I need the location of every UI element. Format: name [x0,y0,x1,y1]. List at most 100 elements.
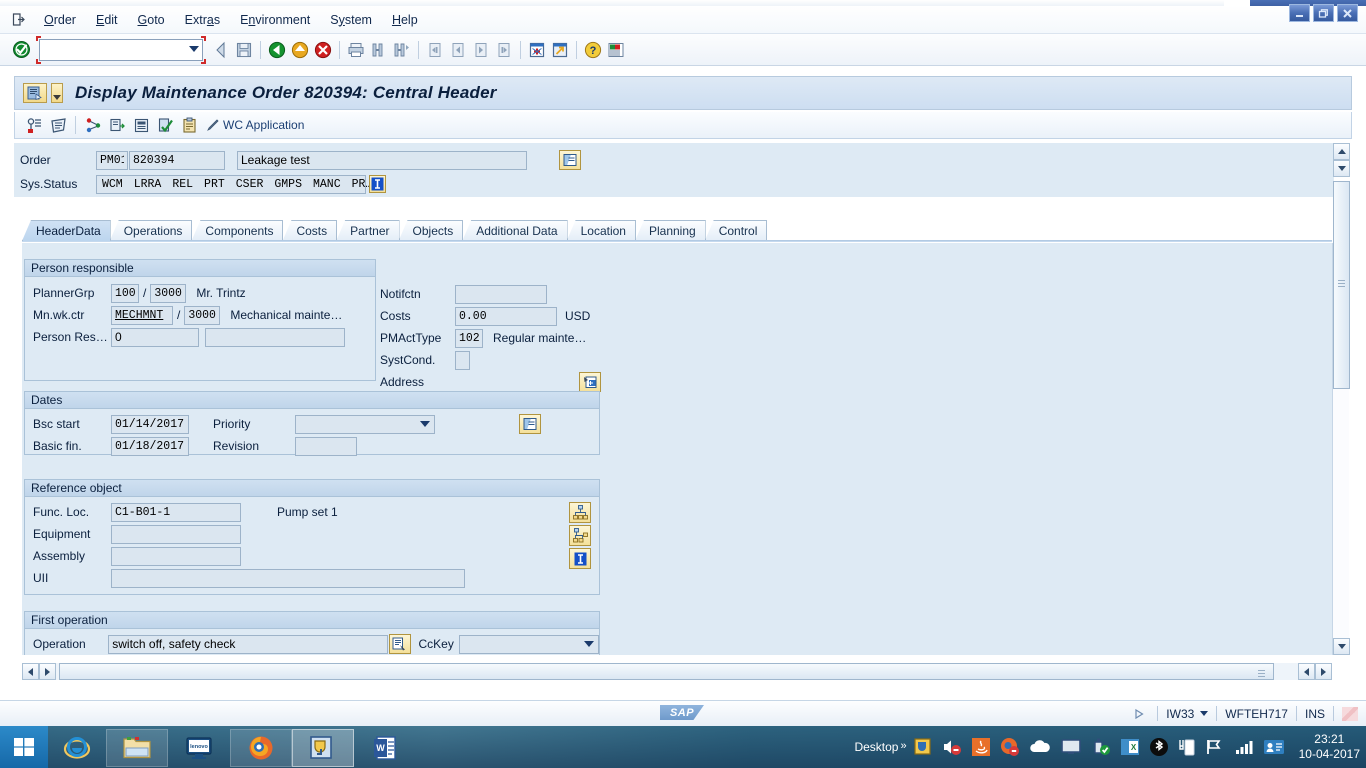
tray-firefox-icon[interactable] [1000,737,1020,757]
cckey-dropdown-arrow[interactable] [584,640,594,647]
mn-wk-ctr-plant-input[interactable] [184,305,221,325]
next-page-icon[interactable] [470,39,492,61]
window-scroll-left-button[interactable] [1298,663,1315,680]
window-horizontal-scroll-right[interactable] [1298,663,1334,680]
planner-grp-code-input[interactable] [111,283,139,303]
save-icon[interactable] [233,39,255,61]
status-resize-grip[interactable] [1342,706,1358,721]
create-session-icon[interactable] [526,39,548,61]
tray-flag-icon[interactable] [1205,737,1225,757]
dates-long-text-button[interactable] [519,414,541,434]
tab-control[interactable]: Control [704,220,768,241]
uii-input[interactable] [111,568,465,588]
tray-volume-muted-icon[interactable] [942,737,962,757]
taskbar-lenovo[interactable]: lenovo [168,729,230,767]
customize-layout-icon[interactable] [605,39,627,61]
tab-location[interactable]: Location [566,220,636,241]
enter-check-icon[interactable] [10,39,32,61]
command-input[interactable] [39,38,203,61]
taskbar-internet-explorer[interactable] [48,729,106,767]
tray-network-signal-icon[interactable] [1234,738,1254,756]
taskbar-word[interactable]: W [354,729,416,767]
tray-onedrive-icon[interactable] [1029,737,1051,757]
notifctn-input[interactable] [455,284,547,304]
person-res-text-input[interactable] [205,327,345,347]
system-menu-icon[interactable] [8,10,28,30]
func-loc-input[interactable] [111,502,241,522]
operations-icon[interactable] [82,115,104,136]
tray-sap-icon[interactable] [913,737,933,757]
structure-list-button[interactable] [569,502,591,523]
person-res-input[interactable] [111,327,199,347]
costs-input[interactable] [455,306,557,326]
check-order-icon[interactable] [154,115,176,136]
back-green-icon[interactable] [266,39,288,61]
scroll-thumb[interactable] [1333,181,1350,389]
menu-item-goto[interactable]: Goto [128,10,175,30]
menu-item-order[interactable]: Order [34,10,86,30]
basic-fin-input[interactable] [111,436,189,456]
last-page-icon[interactable] [493,39,515,61]
window-vertical-scrollbar[interactable] [1333,143,1350,655]
taskbar-desktop-label[interactable]: Desktop » [854,740,906,754]
clipboard-icon[interactable] [178,115,200,136]
cancel-icon[interactable] [312,39,334,61]
bsc-start-input[interactable] [111,414,189,434]
help-icon[interactable]: ? [582,39,604,61]
horizontal-scroll-thumb[interactable] [59,663,1274,680]
taskbar-file-explorer[interactable] [106,729,168,767]
taskbar-start-button[interactable] [0,726,48,768]
taskbar-sap-logon[interactable] [292,729,354,767]
tab-headerdata[interactable]: HeaderData [22,220,111,241]
tray-usb-safe-removal-icon[interactable] [1091,737,1111,757]
planner-grp-plant-input[interactable] [150,283,187,303]
tray-remote-icon[interactable] [1263,737,1285,757]
status-info-button[interactable] [369,175,386,193]
structure-graphic-button[interactable] [569,525,591,546]
costs-report-icon[interactable] [130,115,152,136]
tab-objects[interactable]: Objects [398,220,464,241]
priority-dropdown-arrow[interactable] [420,420,430,427]
components-icon[interactable] [106,115,128,136]
status-insert-mode[interactable]: INS [1305,707,1325,721]
menu-item-system[interactable]: System [320,10,382,30]
tab-planning[interactable]: Planning [634,220,706,241]
menu-item-edit[interactable]: Edit [86,10,128,30]
tray-bluetooth-icon[interactable] [1149,737,1169,757]
order-number-input[interactable] [129,150,225,170]
window-scroll-right-button[interactable] [1315,663,1332,680]
taskbar-clock[interactable]: 23:21 10-04-2017 [1299,732,1360,762]
revision-input[interactable] [295,436,357,456]
scroll-right-button[interactable] [39,663,56,680]
close-button[interactable] [1337,4,1358,22]
print-icon[interactable] [345,39,367,61]
operation-long-text-button[interactable] [389,634,411,654]
cckey-select[interactable] [459,634,599,654]
tab-additional-data[interactable]: Additional Data [462,220,568,241]
status-dropdown-arrow[interactable] [1200,711,1209,716]
tab-components[interactable]: Components [191,220,284,241]
assembly-input[interactable] [111,546,241,566]
menu-item-environment[interactable]: Environment [230,10,320,30]
command-dropdown-arrow[interactable] [189,45,199,52]
scroll-down-button[interactable] [1333,160,1350,177]
first-page-icon[interactable] [424,39,446,61]
scroll-up-button[interactable] [1333,143,1350,160]
order-list-icon[interactable] [23,115,45,136]
sys-status-field[interactable]: WCM LRRA REL PRT CSER GMPS MANC PR… [96,174,372,194]
wc-application-button[interactable]: WC Application [206,118,304,132]
menu-item-extras[interactable]: Extras [175,10,230,30]
tab-partner[interactable]: Partner [336,220,400,241]
systcond-input[interactable] [455,350,470,370]
find-icon[interactable] [368,39,390,61]
status-play-icon[interactable] [1133,708,1145,720]
back-icon[interactable] [210,39,232,61]
create-shortcut-icon[interactable] [549,39,571,61]
exit-icon[interactable] [289,39,311,61]
horizontal-scrollbar[interactable] [22,663,1312,680]
tray-excel-icon[interactable]: X [1120,737,1140,757]
tray-mobile-icon[interactable] [1178,737,1196,757]
mn-wk-ctr-input[interactable] [111,305,173,325]
previous-page-icon[interactable] [447,39,469,61]
restore-button[interactable] [1313,4,1334,22]
